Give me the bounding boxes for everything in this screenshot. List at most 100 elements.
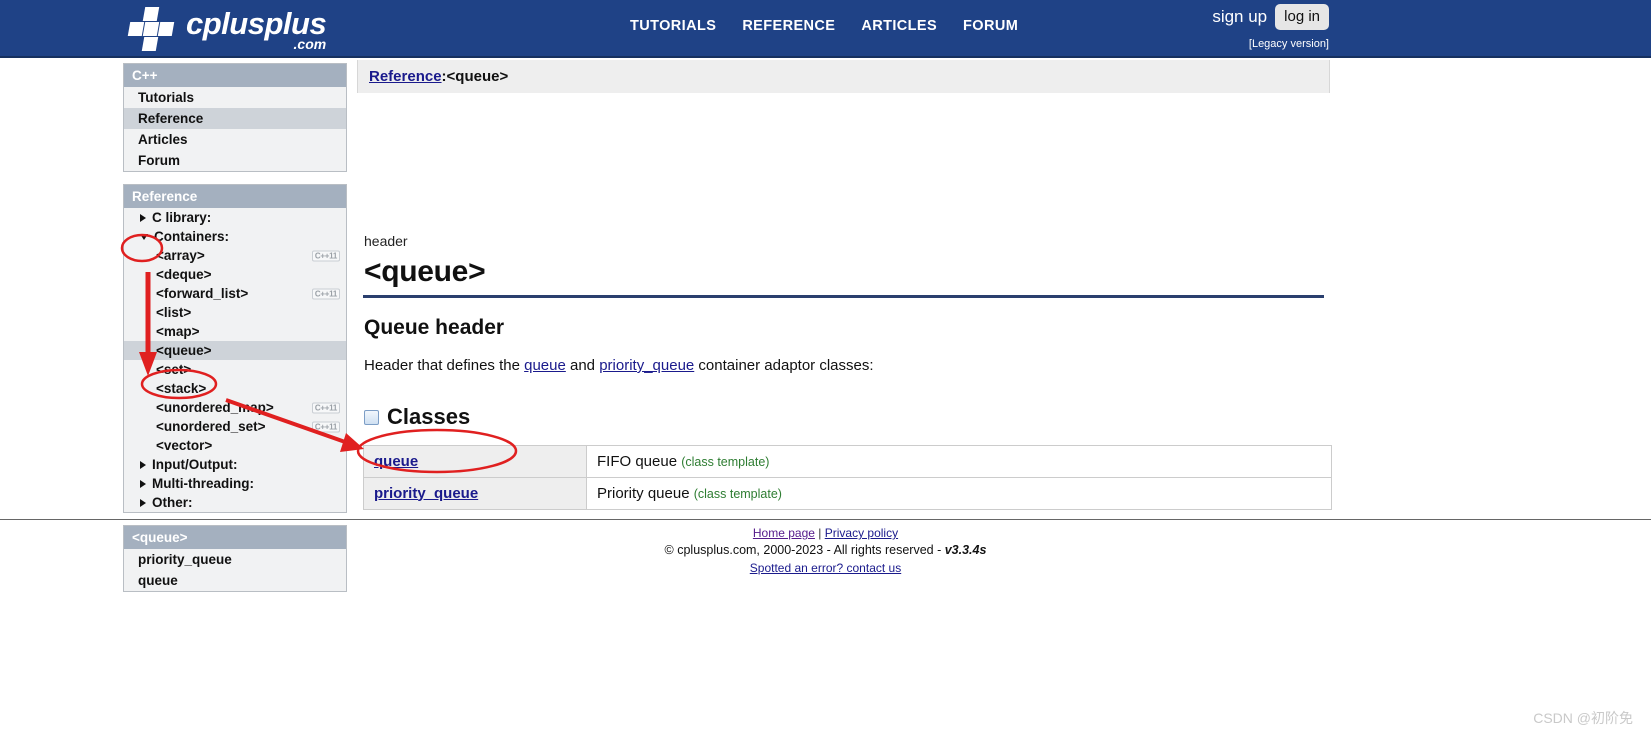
page-subtitle: Queue header bbox=[364, 316, 505, 339]
footer-copyright: © cplusplus.com, 2000-2023 - All rights … bbox=[0, 543, 1651, 557]
watermark: CSDN @初阶免 bbox=[1533, 710, 1633, 726]
chevron-right-icon bbox=[140, 460, 146, 469]
nav-reference[interactable]: REFERENCE bbox=[742, 18, 835, 34]
tree-item-queue[interactable]: <queue> bbox=[124, 341, 346, 360]
legacy-version-link[interactable]: [Legacy version] bbox=[1249, 38, 1329, 50]
footer-home-link[interactable]: Home page bbox=[753, 526, 815, 540]
class-name-cell: queue bbox=[363, 445, 587, 478]
page-title: <queue> bbox=[363, 255, 1324, 298]
section-box-icon bbox=[364, 409, 379, 425]
page-kind: header bbox=[364, 233, 408, 249]
tree-item-set[interactable]: <set> bbox=[124, 360, 346, 379]
version-label: v3.3.4s bbox=[944, 543, 987, 557]
tree-label: Multi-threading: bbox=[152, 476, 254, 491]
tree-label: <map> bbox=[156, 324, 200, 339]
tree-item-array[interactable]: <array> C++11 bbox=[124, 246, 346, 265]
tree-item-vector[interactable]: <vector> bbox=[124, 436, 346, 455]
lead-text-before: Header that defines the bbox=[364, 357, 525, 374]
cpp11-badge: C++11 bbox=[311, 421, 340, 432]
page-root: cplusplus .com TUTORIALS REFERENCE ARTIC… bbox=[0, 0, 1651, 740]
nav-forum[interactable]: FORUM bbox=[963, 18, 1018, 34]
tree-label: <set> bbox=[156, 362, 192, 377]
tree-item-unordered-map[interactable]: <unordered_map> C++11 bbox=[124, 398, 346, 417]
chevron-right-icon bbox=[140, 479, 146, 488]
footer-privacy-link[interactable]: Privacy policy bbox=[825, 526, 898, 540]
sidebar-item-tutorials[interactable]: Tutorials bbox=[124, 87, 346, 108]
tree-item-list[interactable]: <list> bbox=[124, 303, 346, 322]
sidebar-item-forum[interactable]: Forum bbox=[124, 150, 346, 171]
site-header: cplusplus .com TUTORIALS REFERENCE ARTIC… bbox=[0, 0, 1651, 58]
tree-label: <list> bbox=[156, 305, 192, 320]
priority-queue-link[interactable]: priority_queue bbox=[599, 357, 694, 374]
copyright-text: © cplusplus.com, 2000-2023 - All rights … bbox=[664, 543, 945, 557]
reference-panel: Reference C library: Containers: <array>… bbox=[123, 184, 347, 513]
breadcrumb: Reference : <queue> bbox=[357, 60, 1330, 93]
tree-label: <queue> bbox=[156, 343, 212, 358]
classes-heading: Classes bbox=[364, 404, 1324, 430]
cpp-panel: C++ Tutorials Reference Articles Forum bbox=[123, 63, 347, 172]
tree-group-c-library[interactable]: C library: bbox=[124, 208, 346, 227]
tree-group-containers[interactable]: Containers: bbox=[124, 227, 346, 246]
footer-separator: | bbox=[814, 526, 825, 540]
sidebar-item-reference[interactable]: Reference bbox=[124, 108, 346, 129]
table-row: queue FIFO queue (class template) bbox=[363, 445, 1332, 478]
tree-item-stack[interactable]: <stack> bbox=[124, 379, 346, 398]
tree-item-unordered-set[interactable]: <unordered_set> C++11 bbox=[124, 417, 346, 436]
tree-label: <stack> bbox=[156, 381, 207, 396]
nav-articles[interactable]: ARTICLES bbox=[861, 18, 937, 34]
tree-label: <vector> bbox=[156, 438, 213, 453]
cpp11-badge: C++11 bbox=[311, 250, 340, 261]
tree-label: C library: bbox=[152, 210, 212, 225]
classes-heading-label: Classes bbox=[387, 404, 471, 429]
class-name-cell: priority_queue bbox=[363, 477, 587, 510]
tree-group-input-output[interactable]: Input/Output: bbox=[124, 455, 346, 474]
cpp11-badge: C++11 bbox=[311, 288, 340, 299]
tree-label: <unordered_set> bbox=[156, 419, 266, 434]
log-in-button[interactable]: log in bbox=[1275, 4, 1329, 30]
class-desc-cell: FIFO queue (class template) bbox=[586, 445, 1332, 478]
cplusplus-logo-icon bbox=[127, 7, 176, 51]
nav-tutorials[interactable]: TUTORIALS bbox=[630, 18, 716, 34]
site-footer: Home page | Privacy policy © cplusplus.c… bbox=[0, 519, 1651, 575]
class-template-tag: (class template) bbox=[681, 454, 770, 469]
tree-label: <forward_list> bbox=[156, 286, 249, 301]
tree-item-forward-list[interactable]: <forward_list> C++11 bbox=[124, 284, 346, 303]
breadcrumb-reference-link[interactable]: Reference bbox=[369, 68, 442, 85]
sidebar-item-articles[interactable]: Articles bbox=[124, 129, 346, 150]
footer-links: Home page | Privacy policy bbox=[0, 526, 1651, 540]
tree-label: Containers: bbox=[154, 229, 230, 244]
tree-label: <array> bbox=[156, 248, 205, 263]
chevron-right-icon bbox=[140, 213, 146, 222]
tree-label: <unordered_map> bbox=[156, 400, 274, 415]
main-navigation: TUTORIALS REFERENCE ARTICLES FORUM bbox=[630, 18, 1018, 34]
class-link-priority-queue[interactable]: priority_queue bbox=[374, 485, 478, 502]
tree-item-map[interactable]: <map> bbox=[124, 322, 346, 341]
main-content: Reference : <queue> header <queue> Queue… bbox=[357, 60, 1332, 510]
account-area: sign up log in bbox=[1212, 4, 1329, 30]
class-link-queue[interactable]: queue bbox=[374, 453, 418, 470]
tree-item-deque[interactable]: <deque> bbox=[124, 265, 346, 284]
tree-label: Input/Output: bbox=[152, 457, 238, 472]
tree-label: Other: bbox=[152, 495, 193, 510]
class-desc: Priority queue bbox=[597, 484, 690, 502]
cpp-panel-title: C++ bbox=[124, 64, 346, 87]
reference-panel-title: Reference bbox=[124, 185, 346, 208]
class-desc: FIFO queue bbox=[597, 452, 678, 470]
lead-paragraph: Header that defines the queue and priori… bbox=[364, 357, 1324, 374]
lead-text-after: container adaptor classes: bbox=[694, 357, 874, 374]
logo-title: cplusplus bbox=[186, 5, 327, 41]
site-logo[interactable]: cplusplus .com bbox=[127, 5, 327, 52]
chevron-right-icon bbox=[140, 498, 146, 507]
logo-text: cplusplus .com bbox=[186, 5, 327, 51]
sign-up-link[interactable]: sign up bbox=[1212, 7, 1267, 27]
table-row: priority_queue Priority queue (class tem… bbox=[363, 477, 1332, 510]
lead-text-middle: and bbox=[565, 357, 600, 374]
document-body: header <queue> Queue header Header that … bbox=[357, 233, 1332, 510]
cpp11-badge: C++11 bbox=[311, 402, 340, 413]
chevron-down-icon bbox=[140, 233, 148, 240]
tree-group-other[interactable]: Other: bbox=[124, 493, 346, 512]
queue-link[interactable]: queue bbox=[524, 357, 566, 374]
tree-group-multi-threading[interactable]: Multi-threading: bbox=[124, 474, 346, 493]
footer-spotted: Spotted an error? contact us bbox=[0, 561, 1651, 575]
contact-us-link[interactable]: Spotted an error? contact us bbox=[750, 561, 901, 575]
